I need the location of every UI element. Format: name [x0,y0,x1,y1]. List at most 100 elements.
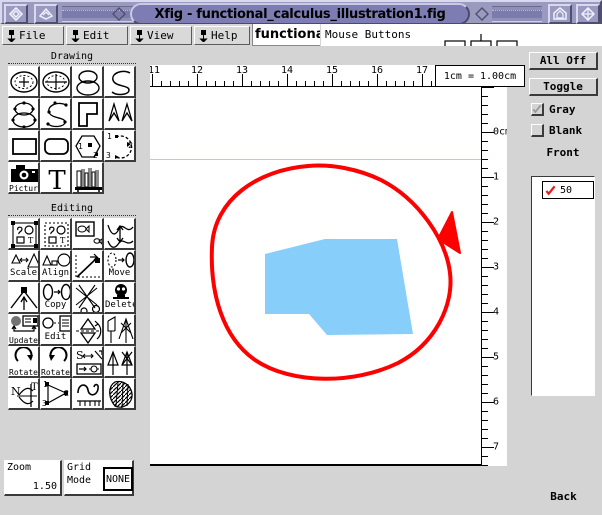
tool-rotate-clockwise[interactable]: Rotate [8,346,40,378]
maximize-icon [553,7,567,20]
menu-pin-icon [135,29,144,42]
menu-help[interactable]: Help [194,26,250,45]
grid-mode-button[interactable]: NONE [103,467,133,491]
move-point-icon [75,253,100,278]
tool-arc[interactable]: 1 2 3 [104,130,136,162]
hatch-pattern-icon [109,380,133,408]
canvas-objects [209,163,461,381]
filename-display: functional_calculus_illustration1.fig [252,24,320,46]
menu-edit[interactable]: Edit [66,26,128,45]
tool-flip-object[interactable] [72,314,104,346]
menu-view[interactable]: View [130,26,192,45]
menu-file[interactable]: File [2,26,64,45]
menu-pin-icon [199,29,208,42]
tool-closed-interpolated-spline[interactable] [8,98,40,130]
all-off-button[interactable]: All Off [529,52,598,70]
grid-label-line1: Grid [67,462,92,473]
open-compound-icon [75,221,102,245]
tool-change-depth[interactable] [104,346,136,378]
drawing-tools-grid: 1 2 1 2 3 Picture T [8,66,136,194]
tool-add-point[interactable] [8,282,40,314]
tool-spline-to-line[interactable] [72,378,104,410]
tool-polyline[interactable] [72,98,104,130]
tool-panel: Drawing 1 2 1 2 3 Picture T Editing T T … [0,46,140,456]
polygon-freehand-icon [108,101,133,122]
minimize-button[interactable] [34,4,58,24]
tool-closed-spline[interactable] [104,66,136,98]
tool-library-object[interactable] [72,162,104,194]
zoom-indicator[interactable]: Zoom 1.50 [4,460,62,496]
tool-join-split[interactable] [104,218,136,250]
maximize-button[interactable] [548,4,572,24]
mouse-buttons-label: Mouse Buttons [325,28,412,41]
scale-indicator: 1cm = 1.00cm [435,65,525,87]
canvas-area: 11 12 13 14 15 16 17 [140,46,525,515]
tool-mirror-object[interactable]: N T [8,378,40,410]
titlebar-ornament-right [472,4,492,24]
diamond-ornament-right-icon [475,7,489,21]
tool-move-point[interactable] [72,250,104,282]
titlebar-ornament-left [109,4,129,24]
window-title-text: Xfig - functional_calculus_illustration1… [154,6,446,22]
tool-convert-object[interactable] [104,314,136,346]
rotate-clockwise-icon [14,347,33,362]
drawing-canvas[interactable] [150,87,481,466]
tool-scale-object[interactable]: Scale [8,250,40,282]
tool-hatch-pattern[interactable] [104,378,136,410]
tool-move-object[interactable]: Move [104,250,136,282]
layer-list[interactable]: 50 [531,176,595,396]
tool-circle-by-radius[interactable] [8,66,40,98]
tool-copy-label: Copy [41,301,70,310]
update-icon [11,315,38,332]
tool-circle-by-diameter[interactable] [40,66,72,98]
gray-checkbox[interactable] [531,102,544,116]
tool-picture-object[interactable]: Picture [8,162,40,194]
join-split-icon [107,224,134,248]
tool-align-label: Align [41,268,70,278]
vruler-tick-1: 1 [493,171,500,183]
tool-edit-object[interactable]: Edit [40,314,72,346]
gray-label: Gray [549,102,576,116]
blank-checkbox-row[interactable]: Blank [531,122,582,138]
hruler-tick-13: 13 [235,65,249,76]
tool-copy-object[interactable]: Copy [40,282,72,314]
tool-delete-object[interactable]: Delete [104,282,136,314]
ellipse-by-radius-icon [76,70,100,96]
tool-open-compound[interactable] [72,218,104,250]
vruler-tick-6: 6 [493,396,500,408]
vruler-tick-7: 7 [493,441,500,453]
close-button[interactable] [576,4,600,24]
hruler-tick-14: 14 [280,65,294,76]
tool-polygon-freehand[interactable] [104,98,136,130]
tool-rounded-box[interactable] [40,130,72,162]
back-label: Back [550,489,577,503]
tool-glue-objects[interactable]: T [8,218,40,250]
tool-rotate-counterclockwise[interactable]: Rotate [40,346,72,378]
tool-open-interpolated-spline[interactable] [40,98,72,130]
toggle-button[interactable]: Toggle [529,78,598,96]
blue-polygon-shape[interactable] [265,239,413,335]
tool-break-compound[interactable]: T [40,218,72,250]
tool-chop-object[interactable]: 1 2 3 [40,378,72,410]
close-icon [580,7,596,21]
rotate-counterclockwise-icon [49,347,68,362]
tool-align-objects[interactable]: Align [40,250,72,282]
tool-change-arrow[interactable]: S [72,346,104,378]
vruler-tick-2: 2 [493,216,500,228]
glue-objects-icon: T [11,221,38,248]
window-menu-icon [8,7,24,21]
blank-checkbox[interactable] [531,123,544,137]
grid-mode-indicator: Grid Mode NONE [64,460,134,496]
tool-update-object[interactable]: Update [8,314,40,346]
tool-box[interactable] [8,130,40,162]
menu-help-label: Help [211,29,238,42]
tool-regular-polygon[interactable]: 1 2 [72,130,104,162]
svg-text:T: T [28,236,34,245]
window-menu-button[interactable] [4,4,28,24]
tool-delete-point[interactable] [72,282,104,314]
tool-text[interactable]: T [40,162,72,194]
tool-ellipse-by-radius[interactable] [72,66,104,98]
gray-checkbox-row[interactable]: Gray [531,101,576,117]
menu-pin-icon [71,29,80,42]
layer-item-50[interactable]: 50 [542,181,594,199]
